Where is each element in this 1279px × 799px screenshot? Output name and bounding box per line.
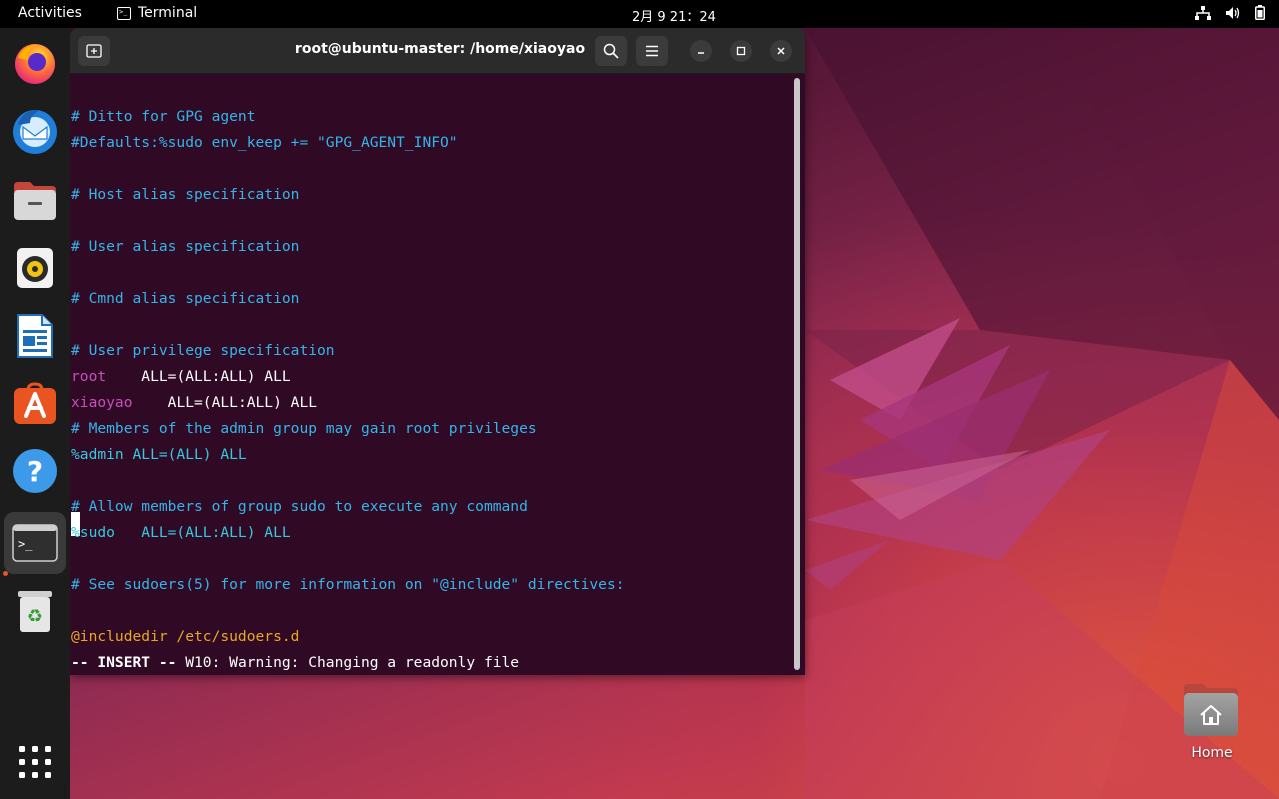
dock-terminal[interactable]: >_	[4, 512, 66, 574]
svg-text:♻: ♻	[27, 606, 43, 627]
terminal-line: #Defaults:%sudo env_keep += "GPG_AGENT_I…	[71, 134, 458, 151]
document-icon	[17, 314, 53, 358]
help-icon: ?	[13, 449, 57, 493]
top-bar: Activities >_ Terminal 2月 9 21：24	[0, 0, 1279, 28]
clock[interactable]: 2月 9 21：24	[632, 6, 716, 25]
search-button[interactable]	[595, 36, 627, 66]
system-tray[interactable]	[1195, 5, 1265, 20]
dock-writer[interactable]	[10, 311, 60, 361]
speaker-icon	[17, 248, 53, 288]
close-button[interactable]	[770, 40, 792, 62]
menu-button[interactable]	[636, 36, 668, 66]
dock-rhythmbox[interactable]	[10, 243, 60, 293]
terminal-icon: >_	[12, 524, 58, 562]
volume-icon	[1226, 6, 1240, 19]
svg-text:>_: >_	[18, 537, 33, 551]
home-folder-icon	[1184, 684, 1238, 736]
vim-status-line: -- INSERT -- W10: Warning: Changing a re…	[71, 650, 519, 675]
terminal-line: # User privilege specification	[71, 342, 335, 359]
dock-help[interactable]: ?	[10, 446, 60, 496]
terminal-line: xiaoyao ALL=(ALL:ALL) ALL	[71, 390, 317, 416]
terminal-line: # See sudoers(5) for more information on…	[71, 576, 625, 593]
hamburger-icon	[646, 45, 658, 57]
vim-mode: -- INSERT --	[71, 654, 177, 671]
maximize-icon	[736, 46, 746, 56]
dock-thunderbird[interactable]	[10, 105, 60, 155]
app-menu[interactable]: >_ Terminal	[117, 5, 197, 21]
dock: ? >_ ♻	[0, 28, 70, 799]
thunderbird-icon	[13, 109, 57, 154]
files-icon	[14, 182, 56, 220]
terminal-scrollbar[interactable]	[794, 78, 800, 670]
trash-icon: ♻	[18, 591, 52, 632]
svg-text:?: ?	[27, 455, 43, 488]
close-icon	[777, 47, 785, 55]
terminal-line: root ALL=(ALL:ALL) ALL	[71, 364, 291, 390]
home-folder-label: Home	[1191, 745, 1233, 761]
firefox-icon	[15, 44, 55, 84]
sudoer-user: root	[71, 368, 107, 385]
dock-firefox[interactable]	[10, 38, 60, 88]
activities-button[interactable]: Activities	[18, 5, 82, 21]
running-indicator	[3, 571, 8, 576]
dock-files[interactable]	[10, 176, 60, 226]
terminal-line: # Cmnd alias specification	[71, 290, 300, 307]
dock-app-center[interactable]	[10, 378, 60, 428]
terminal-line: # User alias specification	[71, 238, 300, 255]
terminal-line: # Ditto for GPG agent	[71, 108, 256, 125]
terminal-line: # Allow members of group sudo to execute…	[71, 498, 528, 515]
sudoer-rule: ALL=(ALL:ALL) ALL	[106, 368, 291, 385]
desktop-home-folder[interactable]	[1181, 682, 1243, 742]
maximize-button[interactable]	[730, 40, 752, 62]
dock-trash[interactable]: ♻	[10, 586, 60, 636]
terminal-line: # Host alias specification	[71, 186, 300, 203]
terminal-line: %admin ALL=(ALL) ALL	[71, 446, 247, 463]
terminal-window[interactable]: root@ubuntu-master: /home/xiaoyao # Ditt…	[70, 28, 805, 675]
app-menu-label: Terminal	[138, 5, 198, 21]
app-grid-icon	[19, 746, 51, 778]
terminal-text-area[interactable]: # Ditto for GPG agent #Defaults:%sudo en…	[70, 74, 792, 675]
minimize-button[interactable]	[690, 40, 712, 62]
search-icon	[603, 43, 619, 59]
terminal-icon: >_	[117, 6, 131, 20]
terminal-line: @includedir /etc/sudoers.d	[71, 628, 300, 645]
show-apps-button[interactable]	[10, 737, 60, 787]
minimize-icon	[698, 52, 704, 54]
terminal-line: # Members of the admin group may gain ro…	[71, 420, 537, 437]
sudoer-rule: ALL=(ALL:ALL) ALL	[132, 394, 318, 411]
terminal-titlebar[interactable]: root@ubuntu-master: /home/xiaoyao	[70, 28, 805, 74]
app-store-icon	[14, 382, 56, 424]
network-icon	[1195, 5, 1211, 20]
vim-warning: W10: Warning: Changing a readonly file	[176, 654, 520, 671]
terminal-line: %sudo ALL=(ALL:ALL) ALL	[71, 524, 291, 541]
battery-icon	[1255, 5, 1265, 20]
sudoer-user: xiaoyao	[71, 394, 133, 411]
